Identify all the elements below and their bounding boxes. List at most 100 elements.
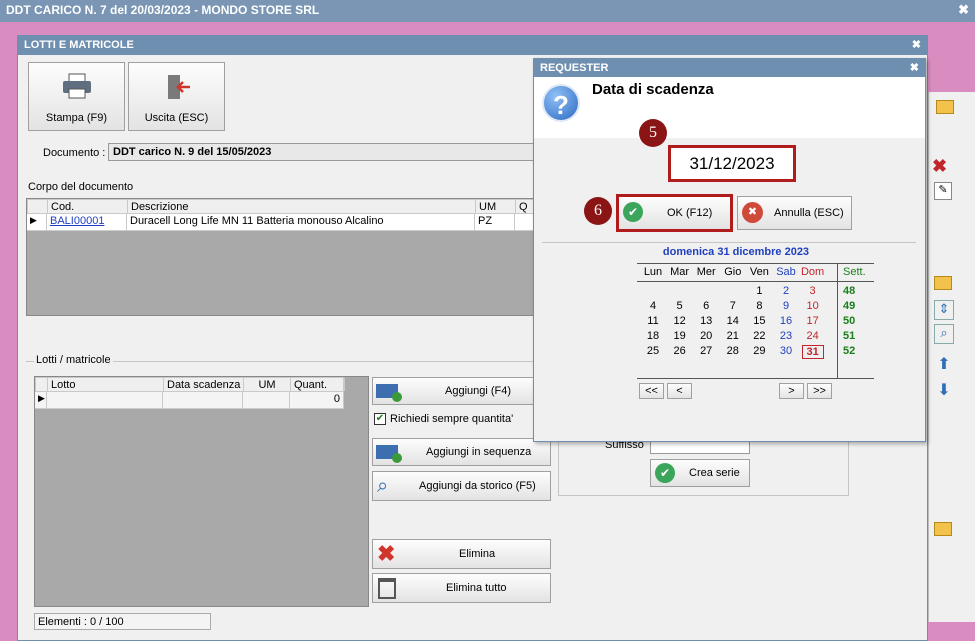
col-cod[interactable]: Cod.	[48, 200, 128, 213]
calendar-day[interactable]: 7	[720, 300, 746, 312]
cell-quant[interactable]: 0	[290, 392, 344, 408]
aggiungi-button[interactable]: Aggiungi (F4)	[372, 377, 551, 405]
step-6-marker: 6	[584, 197, 612, 225]
calendar-day[interactable]: 13	[693, 315, 719, 327]
cell-data-scadenza[interactable]	[163, 392, 243, 408]
calendar-day[interactable]: 28	[720, 345, 746, 357]
calendar-day[interactable]: 15	[746, 315, 772, 327]
calendar-day[interactable]: 5	[667, 300, 693, 312]
calendar-dayname-lun: Lun	[643, 266, 663, 278]
calendar-day[interactable]: 14	[720, 315, 746, 327]
calendar-day[interactable]: 25	[640, 345, 666, 357]
elimina-tutto-button[interactable]: Elimina tutto	[372, 573, 551, 603]
exit-button-label: Uscita (ESC)	[144, 112, 209, 124]
calendar-dayname-gio: Gio	[724, 266, 742, 278]
next-year-button[interactable]: >>	[807, 383, 832, 399]
calendar-day-selected[interactable]: 31	[801, 345, 824, 359]
richiedi-checkbox[interactable]: ✔	[374, 413, 386, 425]
col-lotto[interactable]: Lotto	[48, 378, 164, 391]
search-icon[interactable]: ⌕	[934, 324, 954, 344]
prev-month-label: <	[676, 385, 683, 397]
ok-label: OK (F12)	[667, 207, 713, 219]
calendar-header: domenica 31 dicembre 2023	[662, 246, 810, 258]
calendar-day[interactable]: 16	[773, 315, 799, 327]
calendar-week-number: 49	[843, 300, 856, 312]
col-lotti-um[interactable]: UM	[244, 378, 291, 391]
calendar-day[interactable]: 2	[773, 285, 799, 297]
main-close-icon[interactable]: ✖	[958, 2, 969, 18]
table-row[interactable]: ▶ BALI00001 Duracell Long Life MN 11 Bat…	[27, 214, 535, 231]
col-descrizione[interactable]: Descrizione	[128, 200, 476, 213]
print-button[interactable]: Stampa (F9)	[28, 62, 125, 131]
documento-value: DDT carico N. 9 del 15/05/2023	[113, 146, 272, 158]
calendar-day[interactable]: 21	[720, 330, 746, 342]
calendar-day[interactable]: 8	[746, 300, 772, 312]
documento-field: DDT carico N. 9 del 15/05/2023	[108, 143, 538, 161]
next-month-label: >	[788, 385, 795, 397]
exit-button[interactable]: Uscita (ESC)	[128, 62, 225, 131]
calendar-day[interactable]: 17	[800, 315, 826, 327]
calendar-day[interactable]: 10	[800, 300, 826, 312]
calendar-day[interactable]: 29	[746, 345, 772, 357]
corpo-header: Cod. Descrizione UM Q	[27, 199, 536, 214]
edit-icon[interactable]: ✎	[934, 182, 952, 200]
aggiungi-sequenza-label: Aggiungi in sequenza	[426, 446, 532, 458]
arrow-down-icon[interactable]: ⬇	[934, 380, 954, 400]
folder-icon[interactable]	[936, 100, 954, 114]
calendar-day[interactable]: 1	[746, 285, 772, 297]
prev-month-button[interactable]: <	[667, 383, 692, 399]
cell-lotto[interactable]	[47, 392, 163, 408]
arrow-up-icon[interactable]: ⬆	[934, 354, 954, 374]
cell-lotti-um	[243, 392, 290, 408]
cell-cod[interactable]: BALI00001	[47, 214, 127, 230]
calendar-week-number: 50	[843, 315, 856, 327]
annulla-button[interactable]: ✖ Annulla (ESC)	[737, 196, 852, 230]
crea-serie-label: Crea serie	[689, 467, 740, 479]
date-input[interactable]: 31/12/2023	[668, 145, 796, 182]
col-data-scadenza[interactable]: Data scadenza	[164, 378, 244, 391]
richiedi-label: Richiedi sempre quantita'	[390, 413, 514, 425]
annulla-label: Annulla (ESC)	[774, 207, 844, 219]
sort-icon[interactable]: ⇕	[934, 300, 954, 320]
calendar-day[interactable]: 9	[773, 300, 799, 312]
calendar-day[interactable]: 3	[800, 285, 826, 297]
calendar-day[interactable]: 11	[640, 315, 666, 327]
prev-year-button[interactable]: <<	[639, 383, 664, 399]
ok-check-icon: ✔	[623, 202, 643, 222]
add-icon	[376, 384, 402, 402]
aggiungi-sequenza-button[interactable]: Aggiungi in sequenza	[372, 438, 551, 466]
calendar-day[interactable]: 12	[667, 315, 693, 327]
calendar-day[interactable]: 4	[640, 300, 666, 312]
folder-icon-2[interactable]	[934, 522, 952, 536]
requester-close-icon[interactable]: ✖	[910, 61, 919, 74]
calendar-dayname-sab: Sab	[776, 266, 796, 278]
calendar-day[interactable]: 6	[693, 300, 719, 312]
print-button-label: Stampa (F9)	[45, 112, 108, 124]
row-indicator-head	[28, 200, 48, 213]
table-row[interactable]: ▶ 0	[35, 392, 344, 409]
lotti-close-icon[interactable]: ✖	[912, 38, 921, 51]
next-month-button[interactable]: >	[779, 383, 804, 399]
add-sequence-icon	[376, 445, 402, 463]
printer-icon	[62, 73, 92, 99]
calendar-day[interactable]: 18	[640, 330, 666, 342]
ok-button[interactable]: ✔ OK (F12)	[616, 194, 733, 232]
delete-icon[interactable]: ✖	[932, 156, 947, 177]
col-um[interactable]: UM	[476, 200, 516, 213]
calendar-day[interactable]: 26	[667, 345, 693, 357]
requester-titlebar: REQUESTER ✖	[534, 59, 925, 77]
elimina-button[interactable]: ✖ Elimina	[372, 539, 551, 569]
calendar-day[interactable]: 24	[800, 330, 826, 342]
calendar-day[interactable]: 27	[693, 345, 719, 357]
calendar-day[interactable]: 20	[693, 330, 719, 342]
col-quant[interactable]: Quant.	[291, 378, 345, 391]
calendar-day[interactable]: 23	[773, 330, 799, 342]
aggiungi-storico-button[interactable]: ⌕ Aggiungi da storico (F5)	[372, 471, 551, 501]
calendar-day[interactable]: 19	[667, 330, 693, 342]
crea-serie-button[interactable]: ✔ Crea serie	[650, 459, 750, 487]
aggiungi-storico-label: Aggiungi da storico (F5)	[419, 480, 536, 492]
calendar-day[interactable]: 22	[746, 330, 772, 342]
calendar-day[interactable]: 30	[773, 345, 799, 357]
elementi-text: Elementi : 0 / 100	[38, 616, 124, 628]
folder-open-icon[interactable]	[934, 276, 952, 290]
